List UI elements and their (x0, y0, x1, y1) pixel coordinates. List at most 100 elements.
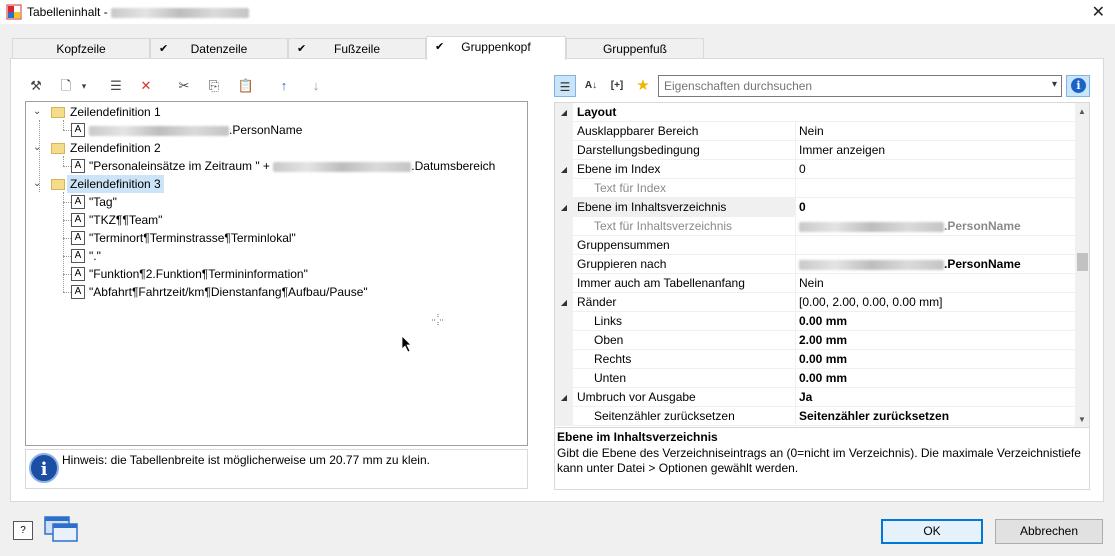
property-value[interactable]: .PersonName (795, 255, 1075, 274)
ok-button[interactable]: OK (881, 519, 983, 544)
window-arrange-icon[interactable] (44, 516, 78, 542)
close-icon[interactable]: ✕ (1092, 2, 1105, 22)
tab-datenzeile[interactable]: ✔ Datenzeile (150, 38, 288, 59)
property-value[interactable]: 0 (795, 198, 1075, 217)
tree-leaf[interactable]: A "TKZ¶¶Team" (26, 211, 526, 229)
property-row[interactable]: Text für Index (555, 179, 1075, 198)
property-row[interactable]: Rechts 0.00 mm (555, 350, 1075, 369)
move-down-icon[interactable]: ↓ (306, 76, 326, 96)
scroll-up-icon[interactable]: ▲ (1078, 107, 1086, 116)
move-up-icon[interactable]: ↑ (274, 76, 294, 96)
property-value[interactable]: 0 (795, 160, 1075, 179)
property-row[interactable]: Gruppensummen (555, 236, 1075, 255)
property-section-layout[interactable]: ◢ Layout (555, 103, 1075, 122)
folder-icon (51, 179, 65, 190)
property-row[interactable]: Ausklappbarer Bereich Nein (555, 122, 1075, 141)
property-row[interactable]: ◢ Ebene im Index 0 (555, 160, 1075, 179)
chevron-down-icon[interactable]: ▾ (74, 76, 94, 96)
property-row[interactable]: Immer auch am Tabellenanfang Nein (555, 274, 1075, 293)
property-value[interactable]: 2.00 mm (795, 331, 1075, 350)
delete-icon[interactable]: ✕ (136, 76, 156, 96)
collapse-icon[interactable]: ⌄ (33, 175, 43, 193)
property-row[interactable]: Unten 0.00 mm (555, 369, 1075, 388)
property-row-selected[interactable]: ◢ Ebene im Inhaltsverzeichnis 0 (555, 198, 1075, 217)
new-item-icon[interactable]: 🗋 (56, 76, 76, 96)
row-definition-tree[interactable]: ⌄ Zeilendefinition 1 A .PersonName ⌄ Zei… (25, 101, 528, 446)
property-value[interactable]: Ja (795, 388, 1075, 407)
property-value[interactable] (795, 236, 1075, 255)
chevron-down-icon[interactable]: ▾ (1052, 79, 1057, 90)
tab-fusszeile[interactable]: ✔ Fußzeile (288, 38, 426, 59)
cut-icon[interactable]: ✂ (174, 76, 194, 96)
property-value[interactable]: Seitenzähler zurücksetzen (795, 407, 1075, 426)
property-value[interactable]: Nein (795, 122, 1075, 141)
tree-leaf[interactable]: A "Abfahrt¶Fahrtzeit/km¶Dienstanfang¶Auf… (26, 283, 526, 301)
property-value[interactable]: 0.00 mm (795, 312, 1075, 331)
properties-icon[interactable]: ☰ (106, 76, 126, 96)
property-grid[interactable]: ◢ Layout Ausklappbarer Bereich Nein Dars… (554, 102, 1090, 428)
info-icon: i (1071, 78, 1086, 93)
tree-leaf-label: .PersonName (229, 123, 303, 137)
expand-all-icon[interactable]: [+] (606, 75, 628, 97)
categorized-view-icon[interactable]: ☰ (554, 75, 576, 97)
collapse-icon[interactable]: ⌄ (33, 103, 43, 121)
tree-leaf[interactable]: A "." (26, 247, 526, 265)
collapse-triangle-icon[interactable]: ◢ (555, 388, 573, 407)
property-value[interactable]: Immer anzeigen (795, 141, 1075, 160)
property-row[interactable]: ◢ Ränder [0.00, 2.00, 0.00, 0.00 mm] (555, 293, 1075, 312)
paste-icon[interactable]: 📋 (236, 76, 256, 96)
tree-node-label: Zeilendefinition 1 (70, 105, 161, 119)
description-text: Gibt die Ebene des Verzeichniseintrags a… (557, 446, 1081, 475)
tree-node-def1[interactable]: ⌄ Zeilendefinition 1 (26, 103, 526, 121)
property-value[interactable]: Nein (795, 274, 1075, 293)
property-value[interactable]: 0.00 mm (795, 369, 1075, 388)
tree-leaf[interactable]: A .PersonName (26, 121, 526, 139)
tree-leaf[interactable]: A "Funktion¶2.Funktion¶Termininformation… (26, 265, 526, 283)
tree-node-def2[interactable]: ⌄ Zeilendefinition 2 (26, 139, 526, 157)
hint-text: Hinweis: die Tabellenbreite ist mögliche… (62, 453, 430, 467)
text-field-icon: A (71, 213, 85, 227)
property-row[interactable]: Text für Inhaltsverzeichnis .PersonName (555, 217, 1075, 236)
property-row[interactable]: Links 0.00 mm (555, 312, 1075, 331)
collapse-triangle-icon[interactable]: ◢ (555, 198, 573, 217)
tree-node-label: Zeilendefinition 2 (70, 141, 161, 155)
property-row[interactable]: Oben 2.00 mm (555, 331, 1075, 350)
info-button[interactable]: i (1066, 75, 1090, 97)
check-icon: ✔ (159, 43, 169, 55)
property-row[interactable]: Seitenzähler zurücksetzen Seitenzähler z… (555, 407, 1075, 426)
property-description: Ebene im Inhaltsverzeichnis Gibt die Ebe… (554, 428, 1090, 490)
scroll-down-icon[interactable]: ▼ (1078, 415, 1086, 424)
tree-leaf[interactable]: A "Terminort¶Terminstrasse¶Terminlokal" (26, 229, 526, 247)
property-value[interactable]: [0.00, 2.00, 0.00, 0.00 mm] (795, 293, 1075, 312)
redacted-text (89, 125, 229, 136)
property-name: Ebene im Inhaltsverzeichnis (577, 200, 727, 214)
property-value[interactable]: .PersonName (795, 217, 1075, 236)
copy-icon[interactable]: ⎘ (204, 76, 224, 96)
scroll-thumb[interactable] (1077, 253, 1088, 271)
property-scrollbar[interactable]: ▲ ▼ (1075, 103, 1089, 427)
help-icon[interactable]: ? (13, 521, 33, 540)
cancel-button[interactable]: Abbrechen (995, 519, 1103, 544)
property-row[interactable]: Darstellungsbedingung Immer anzeigen (555, 141, 1075, 160)
property-row[interactable]: Gruppieren nach .PersonName (555, 255, 1075, 274)
property-value[interactable]: 0.00 mm (795, 350, 1075, 369)
favorite-star-icon[interactable]: ★ (632, 75, 654, 97)
tab-kopfzeile[interactable]: Kopfzeile (12, 38, 150, 59)
sort-alphabetical-icon[interactable]: A↓ (580, 75, 602, 97)
property-row[interactable]: ◢ Umbruch vor Ausgabe Ja (555, 388, 1075, 407)
property-search-input[interactable] (659, 76, 1039, 96)
collapse-triangle-icon[interactable]: ◢ (555, 160, 573, 179)
collapse-triangle-icon[interactable]: ◢ (555, 293, 573, 312)
wand-icon[interactable]: ⚒ (26, 76, 46, 96)
property-search-box[interactable]: ▾ (658, 75, 1062, 97)
property-name: Oben (594, 333, 624, 347)
collapse-triangle-icon[interactable]: ◢ (555, 103, 573, 122)
property-name: Seitenzähler zurücksetzen (594, 409, 735, 423)
collapse-icon[interactable]: ⌄ (33, 139, 43, 157)
tree-leaf[interactable]: A "Personaleinsätze im Zeitraum " + .Dat… (26, 157, 526, 175)
tree-node-def3[interactable]: ⌄ Zeilendefinition 3 (26, 175, 526, 193)
property-value[interactable] (795, 179, 1075, 198)
tab-gruppenfuss[interactable]: Gruppenfuß (566, 38, 704, 59)
tree-leaf[interactable]: A "Tag" (26, 193, 526, 211)
tab-gruppenkopf[interactable]: ✔ Gruppenkopf (426, 36, 566, 60)
